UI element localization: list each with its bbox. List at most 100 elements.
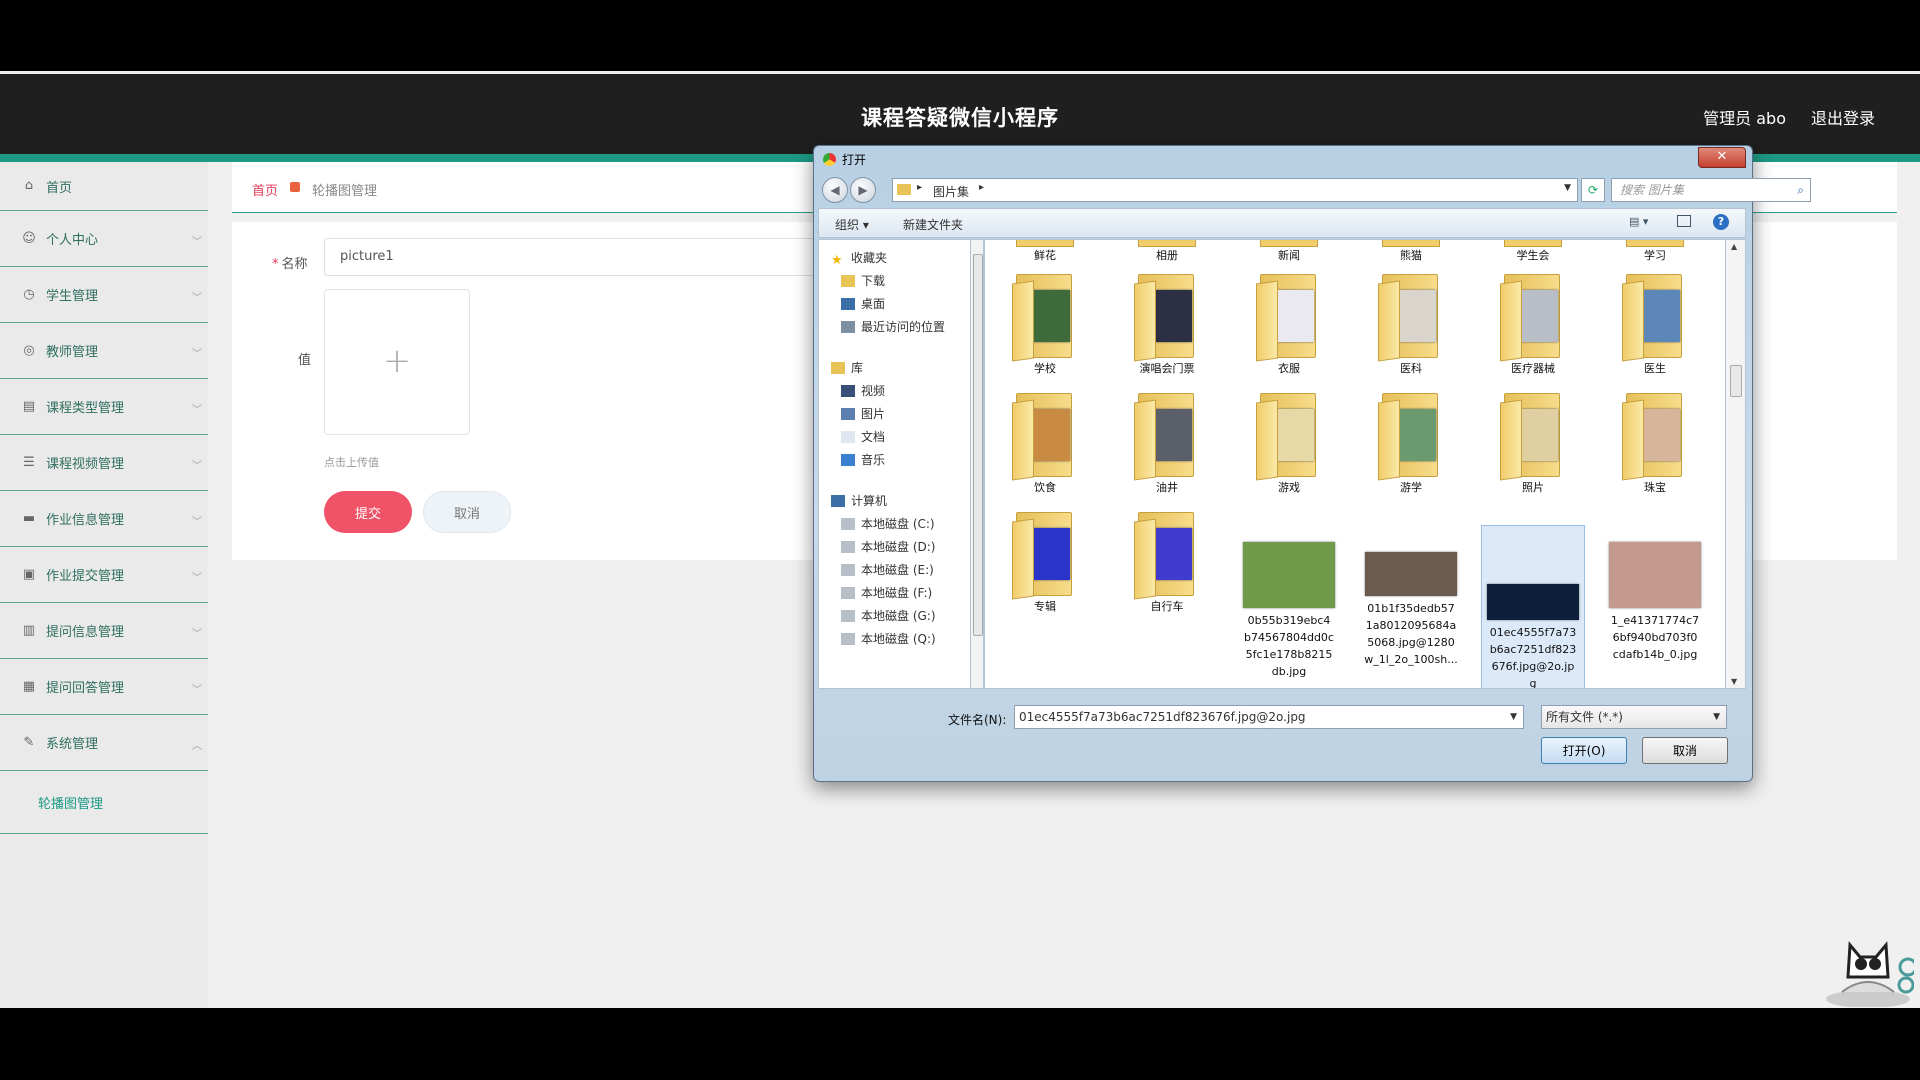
nav-item[interactable]: ★ 收藏夹: [831, 248, 887, 268]
logout-link[interactable]: 退出登录: [1811, 105, 1875, 129]
sidebar-item[interactable]: ▥ 提问信息管理 ﹀: [0, 603, 208, 659]
folder-item[interactable]: 医疗器械: [1481, 268, 1585, 377]
sidebar-item[interactable]: ▬ 作业信息管理 ﹀: [0, 491, 208, 547]
dialog-close-button[interactable]: ✕: [1698, 147, 1746, 168]
image-file-item[interactable]: 0b55b319ebc4 b74567804dd0c 5fc1e178b8215 db…: [1237, 530, 1341, 680]
image-file-item[interactable]: 01ec4555f7a73 b6ac7251df823 676f.jpg@2o.jp…: [1481, 525, 1585, 688]
sidebar-item[interactable]: ⌂ 首页: [0, 162, 208, 211]
nav-item-label: 本地磁盘 (C:): [861, 517, 935, 531]
folder-item[interactable]: 珠宝: [1603, 387, 1707, 496]
folder-item[interactable]: 鲜花: [993, 240, 1097, 264]
folder-icon: [1378, 268, 1444, 362]
sidebar-item[interactable]: ◎ 教师管理 ﹀: [0, 323, 208, 379]
folder-item[interactable]: 学校: [993, 268, 1097, 377]
sidebar-item-label: 课程视频管理: [46, 457, 125, 472]
scroll-down-icon[interactable]: ▼: [1731, 677, 1737, 686]
folder-item[interactable]: 照片: [1481, 387, 1585, 496]
sidebar-item[interactable]: ◷ 学生管理 ﹀: [0, 267, 208, 323]
nav-item-label: 收藏夹: [851, 251, 888, 265]
nav-item[interactable]: 下载: [841, 271, 885, 291]
file-scroll-thumb[interactable]: [1730, 365, 1742, 397]
search-icon[interactable]: ⌕: [1797, 179, 1804, 201]
nav-item[interactable]: 本地磁盘 (G:): [841, 606, 936, 626]
address-bar[interactable]: ▸ 图片集 ▸ ▼: [892, 178, 1578, 202]
preview-pane-icon[interactable]: [1677, 215, 1691, 227]
folder-item[interactable]: 游戏: [1237, 387, 1341, 496]
nav-item[interactable]: 最近访问的位置: [841, 317, 945, 337]
address-crumb[interactable]: 图片集: [933, 183, 969, 200]
folder-item[interactable]: 油井: [1115, 387, 1219, 496]
folder-name: 新闻: [1278, 249, 1300, 262]
folder-name: 饮食: [1034, 481, 1056, 494]
sidebar-item[interactable]: ▣ 作业提交管理 ﹀: [0, 547, 208, 603]
folder-name: 熊猫: [1400, 249, 1422, 262]
folder-item[interactable]: 专辑: [993, 506, 1097, 615]
organize-menu[interactable]: 组织 ▾: [835, 216, 869, 233]
nav-item[interactable]: 本地磁盘 (E:): [841, 560, 934, 580]
file-scrollbar[interactable]: ▲ ▼: [1726, 239, 1746, 689]
nav-item[interactable]: 本地磁盘 (Q:): [841, 629, 936, 649]
folder-item[interactable]: 演唱会门票: [1115, 268, 1219, 377]
help-icon[interactable]: ?: [1713, 214, 1729, 230]
name-input[interactable]: picture1: [324, 238, 844, 276]
folder-name: 珠宝: [1644, 481, 1666, 494]
breadcrumb-home[interactable]: 首页: [252, 180, 278, 199]
folder-item[interactable]: 学生会: [1481, 240, 1585, 264]
image-file-item[interactable]: 1_e41371774c7 6bf940bd703f0 cdafb14b_0.jpg: [1603, 530, 1707, 663]
nav-scrollbar[interactable]: [970, 239, 984, 689]
sidebar-item[interactable]: ☰ 课程视频管理 ﹀: [0, 435, 208, 491]
image-uploader[interactable]: +: [324, 289, 470, 435]
folder-item[interactable]: 学习: [1603, 240, 1707, 264]
image-file-item[interactable]: 01b1f35dedb57 1a8012095684a 5068.jpg@1280 w…: [1359, 530, 1463, 668]
folder-item[interactable]: 饮食: [993, 387, 1097, 496]
recent-places-icon: [841, 321, 855, 333]
folder-item[interactable]: 衣服: [1237, 268, 1341, 377]
dialog-cancel-button[interactable]: 取消: [1642, 737, 1728, 764]
drive-icon: [841, 564, 855, 576]
folder-item[interactable]: 新闻: [1237, 240, 1341, 264]
chevron-down-icon[interactable]: ▼: [1510, 706, 1517, 728]
nav-item[interactable]: 本地磁盘 (F:): [841, 583, 932, 603]
new-folder-button[interactable]: 新建文件夹: [903, 216, 963, 233]
cancel-button[interactable]: 取消: [423, 491, 511, 533]
filename-input[interactable]: 01ec4555f7a73b6ac7251df823676f.jpg@2o.jp…: [1014, 705, 1524, 729]
nav-item[interactable]: 桌面: [841, 294, 885, 314]
folder-item[interactable]: 医生: [1603, 268, 1707, 377]
folder-item[interactable]: 自行车: [1115, 506, 1219, 615]
view-options-icon[interactable]: ▤ ▾: [1629, 215, 1655, 229]
sidebar-item[interactable]: ▦ 提问回答管理 ﹀: [0, 659, 208, 715]
nav-item-label: 本地磁盘 (E:): [861, 563, 934, 577]
nav-scroll-thumb[interactable]: [973, 254, 983, 636]
sidebar-item[interactable]: ▤ 课程类型管理 ﹀: [0, 379, 208, 435]
sidebar-item[interactable]: ✎ 系统管理 ︿: [0, 715, 208, 771]
filename-label: 文件名(N):: [948, 713, 1007, 727]
nav-item-label: 计算机: [851, 494, 888, 508]
folder-icon: [1016, 240, 1074, 247]
sidebar-item[interactable]: ☺ 个人中心 ﹀: [0, 211, 208, 267]
open-button[interactable]: 打开(O): [1541, 737, 1627, 764]
file-name-line: 1_e41371774c7: [1610, 614, 1700, 627]
submit-button[interactable]: 提交: [324, 491, 412, 533]
nav-item[interactable]: 本地磁盘 (D:): [841, 537, 935, 557]
folder-item[interactable]: 医科: [1359, 268, 1463, 377]
chevron-down-icon[interactable]: ▼: [1564, 183, 1571, 193]
nav-item[interactable]: 文档: [841, 427, 885, 447]
folder-item[interactable]: 相册: [1115, 240, 1219, 264]
nav-item[interactable]: 音乐: [841, 450, 885, 470]
search-input[interactable]: 搜索 图片集 ⌕: [1611, 178, 1811, 202]
nav-item[interactable]: 计算机: [831, 491, 887, 511]
nav-item[interactable]: 库: [831, 358, 863, 378]
nav-item[interactable]: 本地磁盘 (C:): [841, 514, 935, 534]
sidebar-subitem-carousel[interactable]: 轮播图管理: [0, 771, 208, 834]
nav-item[interactable]: 图片: [841, 404, 885, 424]
user-icon: ☺: [22, 230, 36, 246]
scroll-up-icon[interactable]: ▲: [1731, 242, 1737, 251]
folder-name: 学生会: [1516, 249, 1550, 262]
back-arrow-icon[interactable]: ◀: [822, 177, 848, 203]
folder-item[interactable]: 游学: [1359, 387, 1463, 496]
refresh-icon[interactable]: ⟳: [1581, 178, 1605, 202]
nav-item[interactable]: 视频: [841, 381, 885, 401]
forward-arrow-icon[interactable]: ▶: [850, 177, 876, 203]
filetype-select[interactable]: 所有文件 (*.*) ▼: [1541, 705, 1727, 729]
folder-item[interactable]: 熊猫: [1359, 240, 1463, 264]
